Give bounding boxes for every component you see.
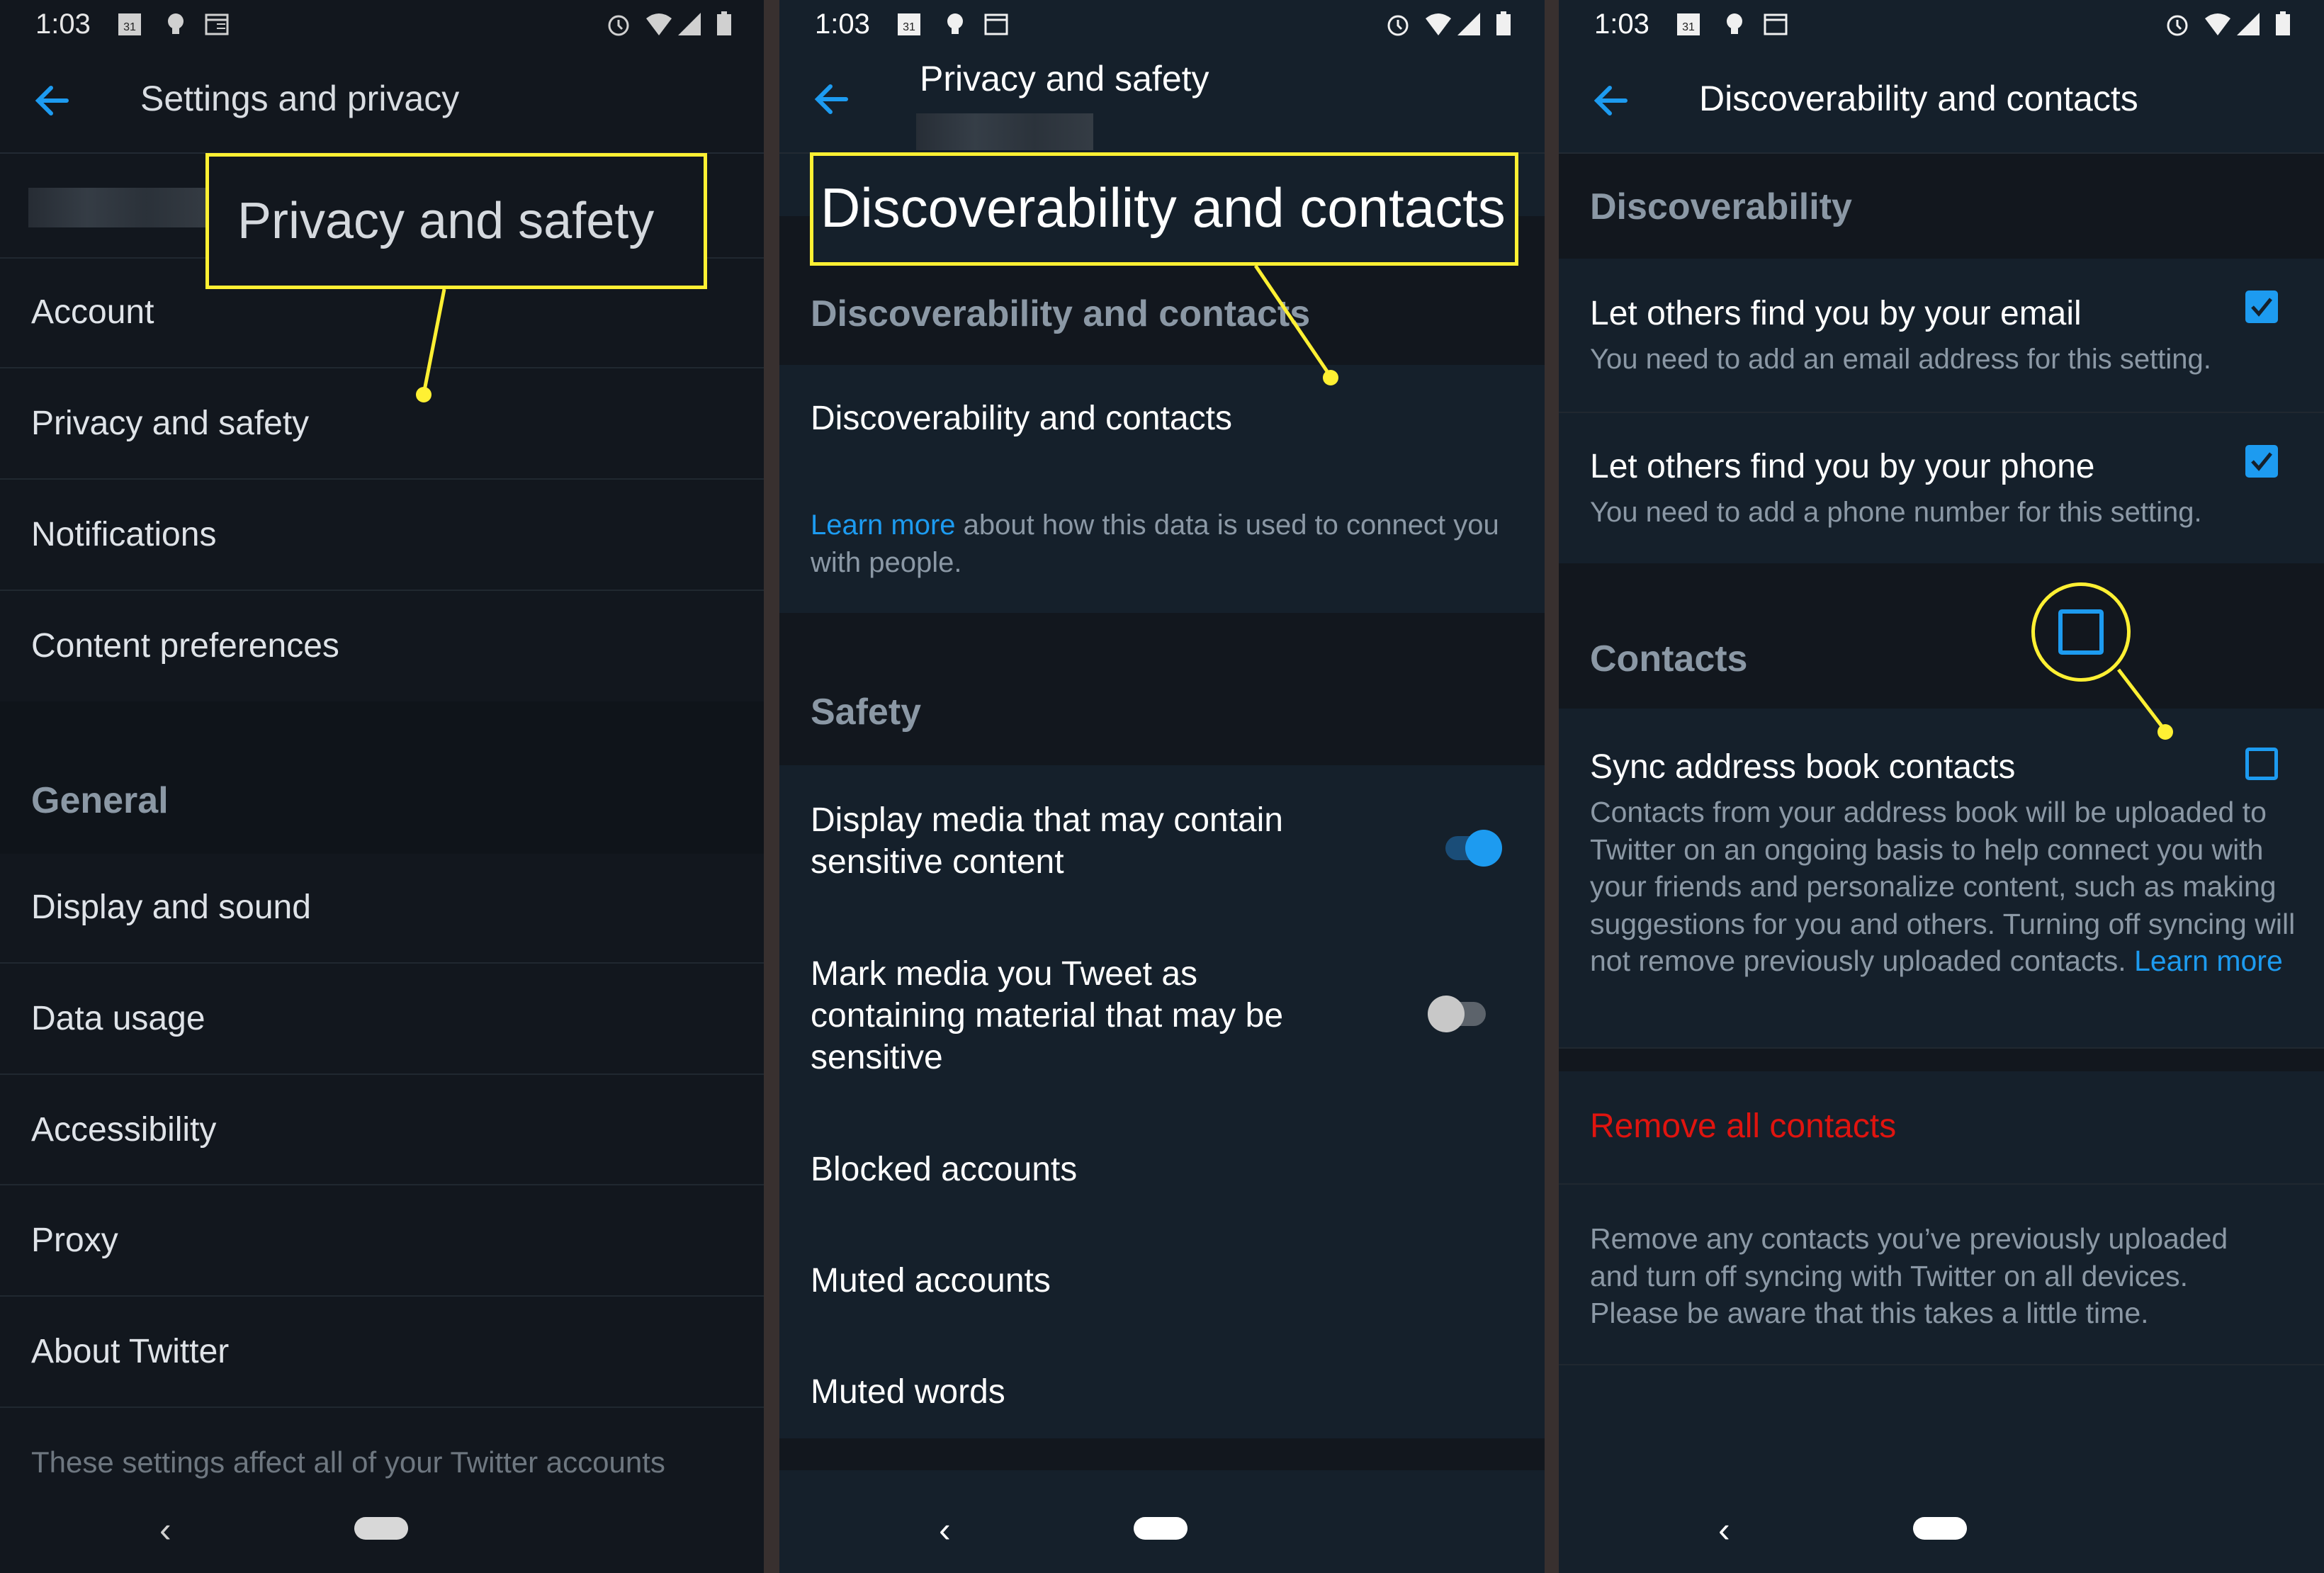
learn-more-link[interactable]: Learn more [811, 509, 956, 541]
android-nav-bar: ‹ [779, 1488, 1545, 1573]
menu-item-accessibility[interactable]: Accessibility [0, 1075, 764, 1185]
menu-item-about-twitter[interactable]: About Twitter [0, 1297, 764, 1408]
section-spacer [1559, 1049, 2324, 1071]
section-general: General [0, 701, 764, 854]
menu-item-display-and-sound[interactable]: Display and sound [0, 854, 764, 964]
nav-home-pill[interactable] [1134, 1517, 1188, 1540]
annotation-leader-line [1253, 264, 1332, 377]
section-title: Safety [811, 692, 922, 733]
setting-display-sensitive-media[interactable]: Display media that may contain sensitive… [779, 765, 1545, 918]
settings-and-privacy-screen: 1:03 31 Settings and privacy Account Pri… [0, 0, 764, 1573]
mark-media-toggle[interactable] [1428, 993, 1499, 1036]
menu-item-muted-words[interactable]: Muted words [779, 1337, 1545, 1447]
annotation-dot [416, 387, 431, 402]
nav-back-icon[interactable]: ‹ [159, 1509, 171, 1550]
menu-item-content-preferences[interactable]: Content preferences [0, 591, 764, 701]
menu-item-notifications[interactable]: Notifications [0, 480, 764, 591]
nav-home-pill[interactable] [354, 1517, 408, 1540]
nav-back-icon[interactable]: ‹ [939, 1509, 951, 1550]
panel-divider [1545, 0, 1559, 1573]
sync-description: Contacts from your address book will be … [1590, 796, 2296, 977]
android-nav-bar: ‹ [1559, 1488, 2324, 1573]
privacy-and-safety-screen: 1:03 31 Privacy and safety Discoverabili… [779, 0, 1545, 1573]
section-spacer [779, 1438, 1545, 1470]
menu-item-data-usage[interactable]: Data usage [0, 964, 764, 1075]
nav-home-pill[interactable] [1913, 1517, 1967, 1540]
setting-mark-media-sensitive[interactable]: Mark media you Tweet as containing mater… [779, 918, 1545, 1116]
android-nav-bar: ‹ [0, 1488, 764, 1573]
remove-all-contacts-button[interactable]: Remove all contacts [1559, 1071, 2324, 1185]
annotation-leader-line [422, 288, 446, 395]
section-title: General [31, 780, 169, 821]
menu-item-muted-accounts[interactable]: Muted accounts [779, 1226, 1545, 1337]
nav-back-icon[interactable]: ‹ [1718, 1509, 1730, 1550]
discoverability-and-contacts-screen: 1:03 31 Discoverability and contacts Dis… [1559, 0, 2324, 1573]
footer-note: These settings affect all of your Twitte… [31, 1445, 665, 1479]
section-safety: Safety [779, 613, 1545, 765]
panel-divider [764, 0, 779, 1573]
menu-item-proxy[interactable]: Proxy [0, 1185, 764, 1297]
remove-contacts-note: Remove any contacts you’ve previously up… [1559, 1185, 2324, 1365]
annotation-leader-line [2117, 668, 2166, 731]
sync-learn-more-link[interactable]: Learn more [2134, 945, 2283, 977]
learn-more-note: Learn more about how this data is used t… [811, 509, 1499, 578]
menu-item-blocked-accounts[interactable]: Blocked accounts [779, 1116, 1545, 1226]
annotation-dot [1323, 370, 1338, 385]
sensitive-media-toggle[interactable] [1445, 827, 1516, 869]
annotation-dot [2157, 724, 2173, 740]
